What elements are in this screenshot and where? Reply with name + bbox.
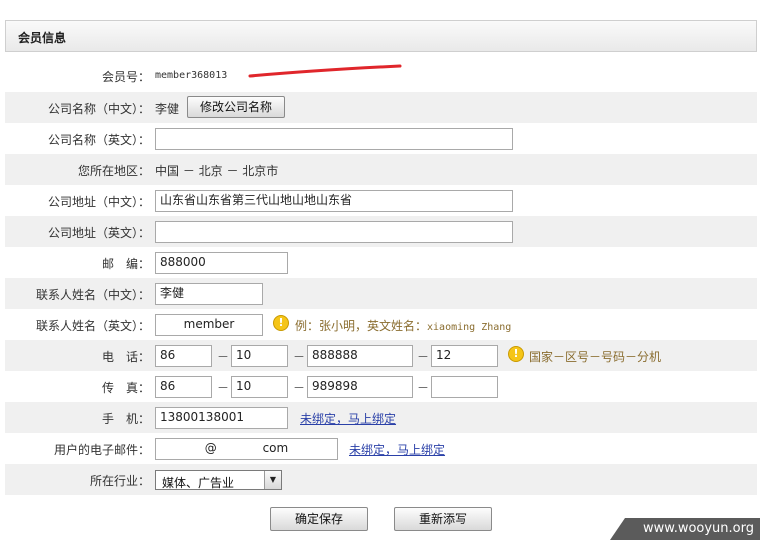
row-industry: 所在行业： 媒体、广告业 ▼ <box>5 464 757 495</box>
contact-en-label: 联系人姓名（英文）： <box>35 319 150 333</box>
watermark: www.wooyun.org <box>610 518 760 540</box>
edit-company-name-button[interactable]: 修改公司名称 <box>187 96 285 118</box>
address-cn-input[interactable]: 山东省山东省第三代山地山地山东省 <box>155 190 513 212</box>
fax-number-input[interactable]: 989898 <box>307 376 413 398</box>
fax-label: 传 真： <box>101 381 150 395</box>
fax-sep-1: － <box>217 381 230 395</box>
fax-sep-2: － <box>293 381 306 395</box>
row-company-cn: 公司名称（中文）： 李健 修改公司名称 <box>5 92 757 123</box>
fax-country-input[interactable]: 86 <box>155 376 212 398</box>
fax-area-input[interactable]: 10 <box>231 376 288 398</box>
row-postcode: 邮 编： 888000 <box>5 247 757 278</box>
company-cn-value: 李健 <box>155 102 180 116</box>
contact-cn-input[interactable]: 李健 <box>155 283 263 305</box>
industry-select[interactable]: 媒体、广告业 ▼ <box>155 470 282 490</box>
member-info-panel: 会员信息 会员号： member368013 公司名称（中文）： 李健 修改公司… <box>5 20 757 538</box>
phone-country-input[interactable]: 86 <box>155 345 212 367</box>
phone-number-input[interactable]: 888888 <box>307 345 413 367</box>
member-id-label: 会员号： <box>101 70 150 84</box>
row-address-cn: 公司地址（中文）： 山东省山东省第三代山地山地山东省 <box>5 185 757 216</box>
section-header: 会员信息 <box>5 20 757 52</box>
region-value: 中国 － 北京 － 北京市 <box>155 164 279 178</box>
phone-sep-1: － <box>217 350 230 364</box>
contact-cn-label: 联系人姓名（中文）： <box>35 288 150 302</box>
row-company-en: 公司名称（英文）： <box>5 123 757 154</box>
row-address-en: 公司地址（英文）： <box>5 216 757 247</box>
reset-button[interactable]: 重新添写 <box>394 507 492 531</box>
email-input[interactable]: @ com <box>155 438 338 460</box>
company-cn-label: 公司名称（中文）： <box>47 102 150 116</box>
red-annotation-stroke <box>248 64 402 78</box>
industry-selected-value: 媒体、广告业 <box>162 476 235 490</box>
fax-ext-input[interactable] <box>431 376 498 398</box>
phone-label: 电 话： <box>101 350 150 364</box>
contact-en-input[interactable]: member <box>155 314 263 336</box>
mobile-label: 手 机： <box>101 412 150 426</box>
phone-area-input[interactable]: 10 <box>231 345 288 367</box>
warning-icon: ! <box>508 346 524 362</box>
row-email: 用户的电子邮件： @ com 未绑定，马上绑定 <box>5 433 757 464</box>
email-label: 用户的电子邮件： <box>53 443 150 457</box>
fax-sep-3: － <box>417 381 430 395</box>
chevron-down-icon[interactable]: ▼ <box>264 471 281 489</box>
row-region: 您所在地区： 中国 － 北京 － 北京市 <box>5 154 757 185</box>
phone-hint: 国家－区号－号码－分机 <box>529 350 662 364</box>
row-fax: 传 真： 86 － 10 － 989898 － <box>5 371 757 402</box>
mobile-bind-link[interactable]: 未绑定，马上绑定 <box>300 410 396 427</box>
phone-ext-input[interactable]: 12 <box>431 345 498 367</box>
mobile-input[interactable]: 13800138001 <box>155 407 288 429</box>
row-mobile: 手 机： 13800138001 未绑定，马上绑定 <box>5 402 757 433</box>
contact-en-hint-example: xiaoming Zhang <box>427 322 512 333</box>
company-en-label: 公司名称（英文）： <box>47 133 150 147</box>
industry-label: 所在行业： <box>89 474 150 488</box>
company-en-input[interactable] <box>155 128 513 150</box>
section-title: 会员信息 <box>18 31 67 45</box>
region-label: 您所在地区： <box>77 164 150 178</box>
postcode-label: 邮 编： <box>101 257 150 271</box>
email-bind-link[interactable]: 未绑定，马上绑定 <box>349 441 445 458</box>
contact-en-hint: 例：张小明，英文姓名：xiaoming Zhang <box>295 317 511 334</box>
member-id-value: member368013 <box>155 70 228 81</box>
warning-icon: ! <box>273 315 289 331</box>
row-contact-cn: 联系人姓名（中文）： 李健 <box>5 278 757 309</box>
contact-en-hint-prefix: 例：张小明，英文姓名： <box>295 319 428 333</box>
phone-sep-3: － <box>417 350 430 364</box>
phone-sep-2: － <box>293 350 306 364</box>
address-cn-label: 公司地址（中文）： <box>47 195 150 209</box>
row-phone: 电 话： 86 － 10 － 888888 － 12 ! 国家－区号－号码－分机 <box>5 340 757 371</box>
postcode-input[interactable]: 888000 <box>155 252 288 274</box>
save-button[interactable]: 确定保存 <box>270 507 368 531</box>
address-en-input[interactable] <box>155 221 513 243</box>
row-contact-en: 联系人姓名（英文）： member ! 例：张小明，英文姓名：xiaoming … <box>5 309 757 340</box>
address-en-label: 公司地址（英文）： <box>47 226 150 240</box>
